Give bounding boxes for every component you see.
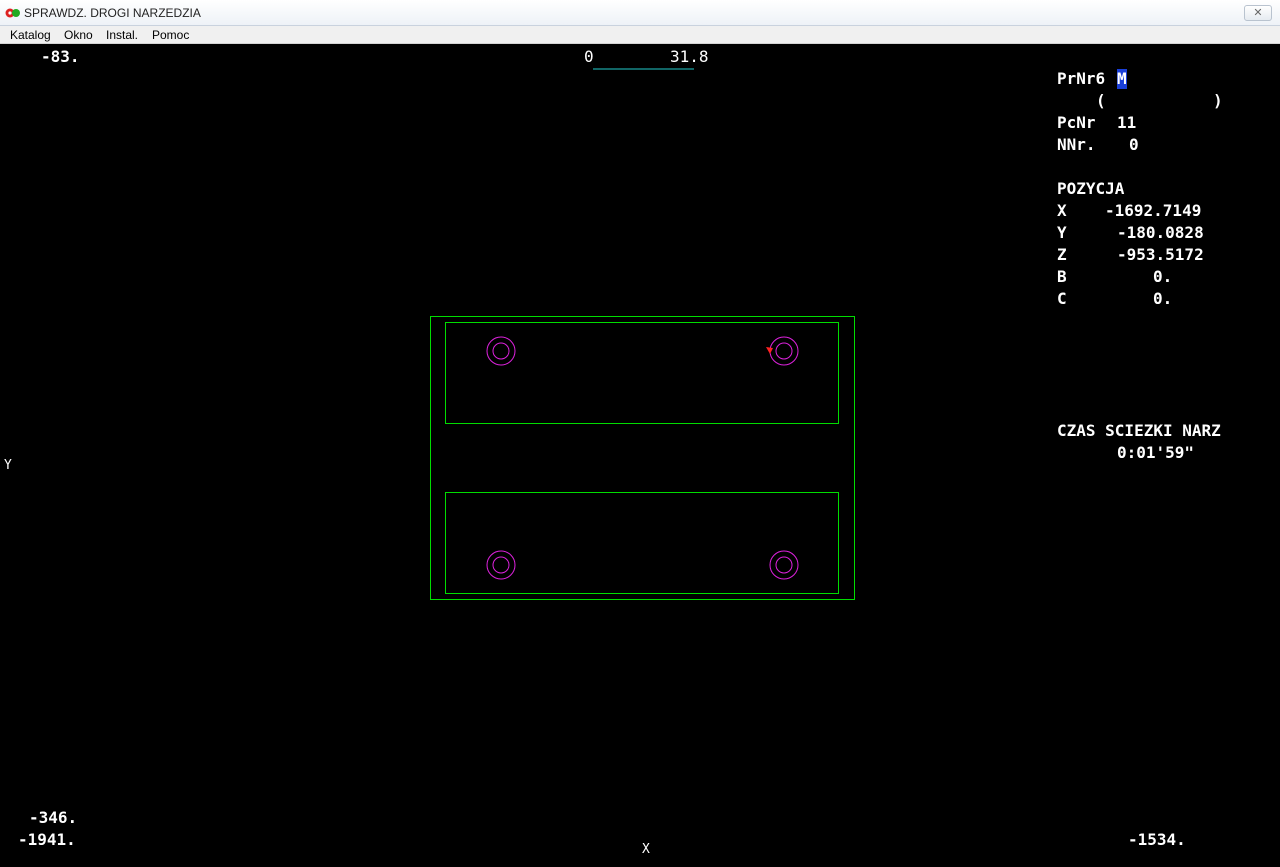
axis-x-value: -1692.7149	[1105, 201, 1202, 220]
top-left-value: -83.	[41, 47, 80, 66]
hole-top-right-inner	[775, 342, 793, 360]
scale-end-label: 31.8	[670, 47, 709, 66]
app-icon	[5, 8, 20, 18]
axis-z-value: -953.5172	[1117, 245, 1204, 264]
hole-bottom-right-outer	[769, 550, 799, 580]
piece-number-value: 11	[1117, 113, 1137, 132]
program-open-paren: (	[1096, 91, 1106, 110]
x-axis-label: X	[642, 842, 650, 857]
bottom-left-upper-value: -346.	[29, 808, 78, 827]
hole-bottom-left-inner	[492, 556, 510, 574]
n-number-label: NNr.	[1057, 135, 1096, 154]
scale-start-label: 0	[584, 47, 594, 66]
position-heading: POZYCJA	[1057, 179, 1125, 198]
axis-z-label: Z	[1057, 245, 1067, 264]
close-button[interactable]: ✕	[1244, 5, 1272, 21]
menu-bar: Katalog Okno Instal. Pomoc	[0, 26, 1280, 44]
hole-bottom-left-outer	[486, 550, 516, 580]
axis-x-label: X	[1057, 201, 1067, 220]
program-number-label: PrNr6	[1057, 69, 1106, 88]
axis-c-value: 0.	[1153, 289, 1173, 308]
tool-marker-icon	[766, 347, 773, 354]
n-number-value: 0	[1129, 135, 1139, 154]
toolpath-drawing	[430, 68, 855, 600]
axis-b-label: B	[1057, 267, 1067, 286]
outer-contour	[430, 316, 855, 600]
menu-instal[interactable]: Instal.	[106, 28, 138, 42]
bottom-left-lower-value: -1941.	[18, 830, 76, 849]
menu-okno[interactable]: Okno	[64, 28, 93, 42]
menu-pomoc[interactable]: Pomoc	[152, 28, 189, 42]
program-close-paren: )	[1213, 91, 1223, 110]
path-time-heading: CZAS SCIEZKI NARZ	[1057, 421, 1221, 440]
axis-y-value: -180.0828	[1117, 223, 1204, 242]
bottom-right-value: -1534.	[1128, 830, 1186, 849]
path-time-value: 0:01'59"	[1117, 443, 1195, 462]
hole-top-right-outer	[769, 336, 799, 366]
hole-bottom-right-inner	[775, 556, 793, 574]
axis-b-value: 0.	[1153, 267, 1173, 286]
y-axis-label: Y	[4, 458, 12, 473]
piece-number-label: PcNr	[1057, 113, 1096, 132]
axis-c-label: C	[1057, 289, 1067, 308]
menu-katalog[interactable]: Katalog	[10, 28, 51, 42]
toolpath-viewport[interactable]: -83. 0 31.8 Y X -346. -1941. -1534. PrNr…	[0, 45, 1280, 867]
axis-y-label: Y	[1057, 223, 1067, 242]
window-title: SPRAWDZ. DROGI NARZEDZIA	[24, 6, 201, 20]
hole-top-left-inner	[492, 342, 510, 360]
title-bar: SPRAWDZ. DROGI NARZEDZIA ✕	[0, 0, 1280, 26]
hole-top-left-outer	[486, 336, 516, 366]
program-cursor[interactable]: M	[1117, 69, 1127, 89]
